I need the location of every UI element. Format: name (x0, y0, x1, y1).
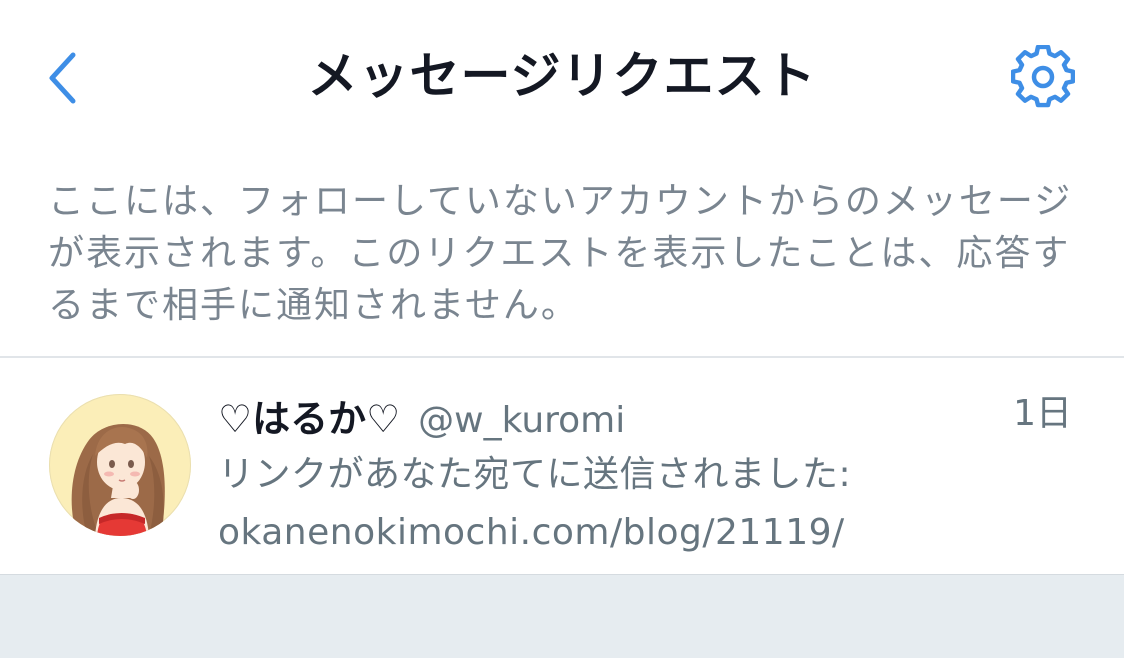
page-title: メッセージリクエスト (307, 47, 817, 105)
back-button[interactable] (34, 46, 90, 110)
gear-icon (1011, 45, 1075, 108)
message-preview-line: リンクがあなた宛てに送信されました: (218, 454, 852, 495)
chevron-left-icon (49, 52, 76, 104)
message-preview-link: okanenokimochi.com/blog/21119/ (218, 512, 845, 553)
message-request-item[interactable]: ♡はるか♡ @w_kuromi 1日 リンクがあなた宛てに送信されました: ok… (0, 358, 1124, 574)
sender-name-line: ♡はるか♡ @w_kuromi (218, 388, 626, 441)
nav-header: メッセージリクエスト (0, 0, 1124, 150)
empty-list-area (0, 574, 1124, 658)
settings-button[interactable] (1010, 44, 1076, 110)
message-timestamp: 1日 (1013, 393, 1072, 434)
request-info-text: ここには、フォローしていないアカウントからのメッセージが表示されます。このリクエ… (48, 181, 1073, 326)
avatar[interactable] (49, 394, 191, 536)
sender-display-name: ♡はるか♡ (218, 397, 401, 441)
sender-handle: @w_kuromi (418, 400, 626, 441)
message-requests-screen: メッセージリクエスト ここには、フォローしていないアカウントからのメッセージが表… (0, 0, 1124, 658)
message-preview: リンクがあなた宛てに送信されました: okanenokimochi.com/bl… (218, 446, 1078, 562)
